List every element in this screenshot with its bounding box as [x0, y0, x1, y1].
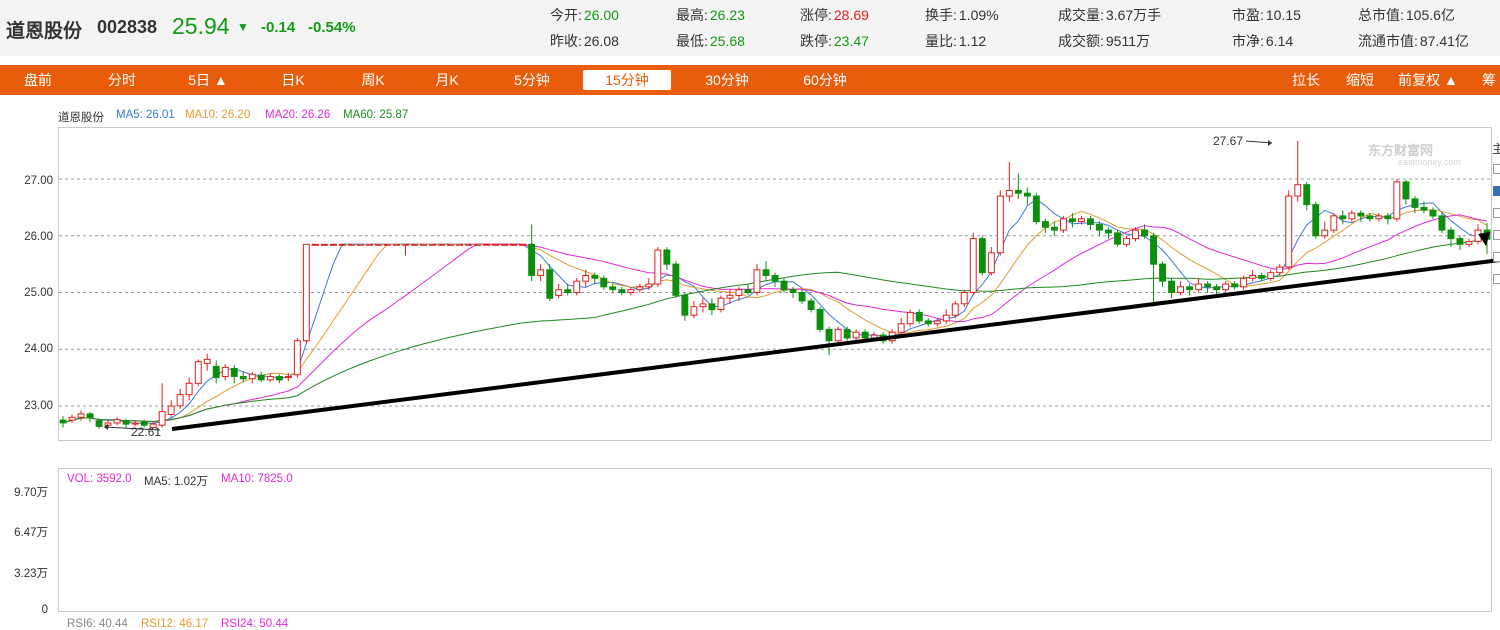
quote-stat-label: 市净:: [1232, 33, 1264, 49]
tool-2[interactable]: 前复权 ▲: [1394, 65, 1462, 95]
legend-item: RSI24: 50.44: [221, 618, 289, 630]
y-tick-label: 24.00: [24, 343, 53, 355]
price-chart-panel[interactable]: [58, 127, 1492, 441]
high-price-label: 27.67: [1213, 134, 1244, 148]
quote-stat-label: 涨停:: [800, 7, 832, 23]
tab-9[interactable]: 60分钟: [793, 65, 857, 95]
legend-item: MA60: 25.87: [343, 109, 409, 121]
quote-stat-value: 28.69: [833, 7, 869, 23]
side-checkbox-4[interactable]: [1493, 230, 1500, 240]
quote-stat-value: 26.00: [583, 7, 619, 23]
quote-stat-label: 跌停:: [800, 33, 832, 49]
legend-item: VOL: 3592.0: [67, 473, 132, 485]
price-change: -0.14: [261, 19, 296, 36]
tab-2[interactable]: 5日 ▲: [177, 65, 239, 95]
quote-stat-label: 量比:: [925, 33, 957, 49]
tab-5[interactable]: 月K: [426, 65, 468, 95]
tool-3[interactable]: 筹: [1478, 65, 1500, 95]
quote-stat-label: 最高:: [676, 7, 708, 23]
volume-chart-panel[interactable]: [58, 468, 1492, 612]
legend-item: 道恩股份: [58, 112, 104, 124]
quote-stat: 昨收: 26.08: [550, 31, 619, 51]
quote-stat: 最高: 26.23: [676, 5, 745, 25]
quote-stat: 总市值: 105.6亿: [1358, 5, 1455, 25]
tool-0[interactable]: 拉长: [1284, 65, 1328, 95]
quote-stat: 涨停: 28.69: [800, 5, 869, 25]
quote-stat-label: 昨收:: [550, 33, 582, 49]
tab-8[interactable]: 30分钟: [695, 65, 759, 95]
stock-code: 002838: [97, 17, 158, 37]
tab-3[interactable]: 日K: [272, 65, 314, 95]
quote-stat-label: 成交额:: [1058, 33, 1104, 49]
quote-stat: 市净: 6.14: [1232, 31, 1293, 51]
quote-stat-value: 9511万: [1105, 33, 1150, 49]
quote-stat-value: 26.23: [709, 7, 745, 23]
quote-stat: 流通市值: 87.41亿: [1358, 31, 1469, 51]
tab-6[interactable]: 5分钟: [504, 65, 560, 95]
side-checkbox-3[interactable]: [1493, 208, 1500, 218]
side-checkbox-5[interactable]: [1493, 252, 1500, 262]
quote-stat-value: 3.67万手: [1105, 7, 1162, 23]
quote-stat-label: 市盈:: [1232, 7, 1264, 23]
tool-1[interactable]: 缩短: [1338, 65, 1382, 95]
quote-stat: 市盈: 10.15: [1232, 5, 1301, 25]
legend-item: MA20: 26.26: [265, 109, 331, 121]
side-checkbox-1[interactable]: [1493, 164, 1500, 174]
quote-stat-value: 25.68: [709, 33, 745, 49]
tab-7[interactable]: 15分钟: [583, 70, 671, 90]
tab-0[interactable]: 盘前: [14, 65, 62, 95]
quote-stat-value: 26.08: [583, 33, 619, 49]
side-checkbox-6[interactable]: [1493, 274, 1500, 284]
quote-stat: 成交量: 3.67万手: [1058, 5, 1161, 25]
quote-stat-value: 10.15: [1265, 7, 1301, 23]
quote-stat-label: 今开:: [550, 7, 582, 23]
quote-stat-label: 换手:: [925, 7, 957, 23]
legend-item: RSI6: 40.44: [67, 618, 128, 630]
volume-y-tick-label: 0: [41, 604, 48, 616]
quote-stat-value: 87.41亿: [1419, 33, 1469, 49]
quote-stat-label: 流通市值:: [1358, 33, 1418, 49]
quote-stat: 今开: 26.00: [550, 5, 619, 25]
stock-price: 25.94: [172, 13, 230, 39]
tab-4[interactable]: 周K: [352, 65, 394, 95]
quote-stat-label: 成交量:: [1058, 7, 1104, 23]
quote-stat: 量比: 1.12: [925, 31, 986, 51]
eastmoney-watermark-sub: eastmoney.com: [1398, 157, 1461, 167]
quote-stat-value: 1.09%: [958, 7, 999, 23]
legend-item: RSI12: 46.17: [141, 618, 209, 630]
quote-stat: 成交额: 9511万: [1058, 31, 1150, 51]
legend-item: MA5: 26.01: [116, 109, 175, 121]
legend-item: MA10: 7825.0: [221, 473, 293, 485]
price-down-arrow-icon: ▼: [237, 20, 249, 34]
y-tick-label: 25.00: [24, 287, 53, 299]
y-tick-label: 23.00: [24, 400, 53, 412]
quote-header: 道恩股份 002838 25.94 ▼ -0.14 -0.54% 今开: 26.0…: [0, 0, 1500, 56]
price-change-percent: -0.54%: [308, 19, 356, 36]
quote-stat-label: 总市值:: [1358, 7, 1404, 23]
side-checkbox-2[interactable]: [1493, 186, 1500, 196]
legend-item: MA5: 1.02万: [144, 476, 208, 488]
side-panel-label: 主: [1492, 142, 1500, 156]
quote-stat-value: 105.6亿: [1405, 7, 1455, 23]
low-price-label: 22.61: [131, 425, 162, 439]
volume-y-tick-label: 9.70万: [14, 487, 48, 499]
tab-1[interactable]: 分时: [100, 65, 144, 95]
period-tab-bar: 盘前 分时 5日 ▲ 日K 周K 月K 5分钟 15分钟 30分钟 60分钟 拉长 缩短 前复权 ▲ 筹: [0, 65, 1500, 95]
volume-y-tick-label: 3.23万: [14, 568, 48, 580]
quote-stat-value: 23.47: [833, 33, 869, 49]
quote-stat: 跌停: 23.47: [800, 31, 869, 51]
quote-stat-label: 最低:: [676, 33, 708, 49]
legend-item: MA10: 26.20: [185, 109, 251, 121]
volume-y-tick-label: 6.47万: [14, 527, 48, 539]
quote-stat: 换手: 1.09%: [925, 5, 999, 25]
quote-stat-value: 1.12: [958, 33, 987, 49]
stock-quote-page: 道恩股份 002838 25.94 ▼ -0.14 -0.54% 今开: 26.0…: [0, 0, 1500, 630]
quote-stat: 最低: 25.68: [676, 31, 745, 51]
quote-stat-value: 6.14: [1265, 33, 1294, 49]
stock-name: 道恩股份: [6, 21, 83, 42]
y-tick-label: 27.00: [24, 175, 53, 187]
y-tick-label: 26.00: [24, 231, 53, 243]
